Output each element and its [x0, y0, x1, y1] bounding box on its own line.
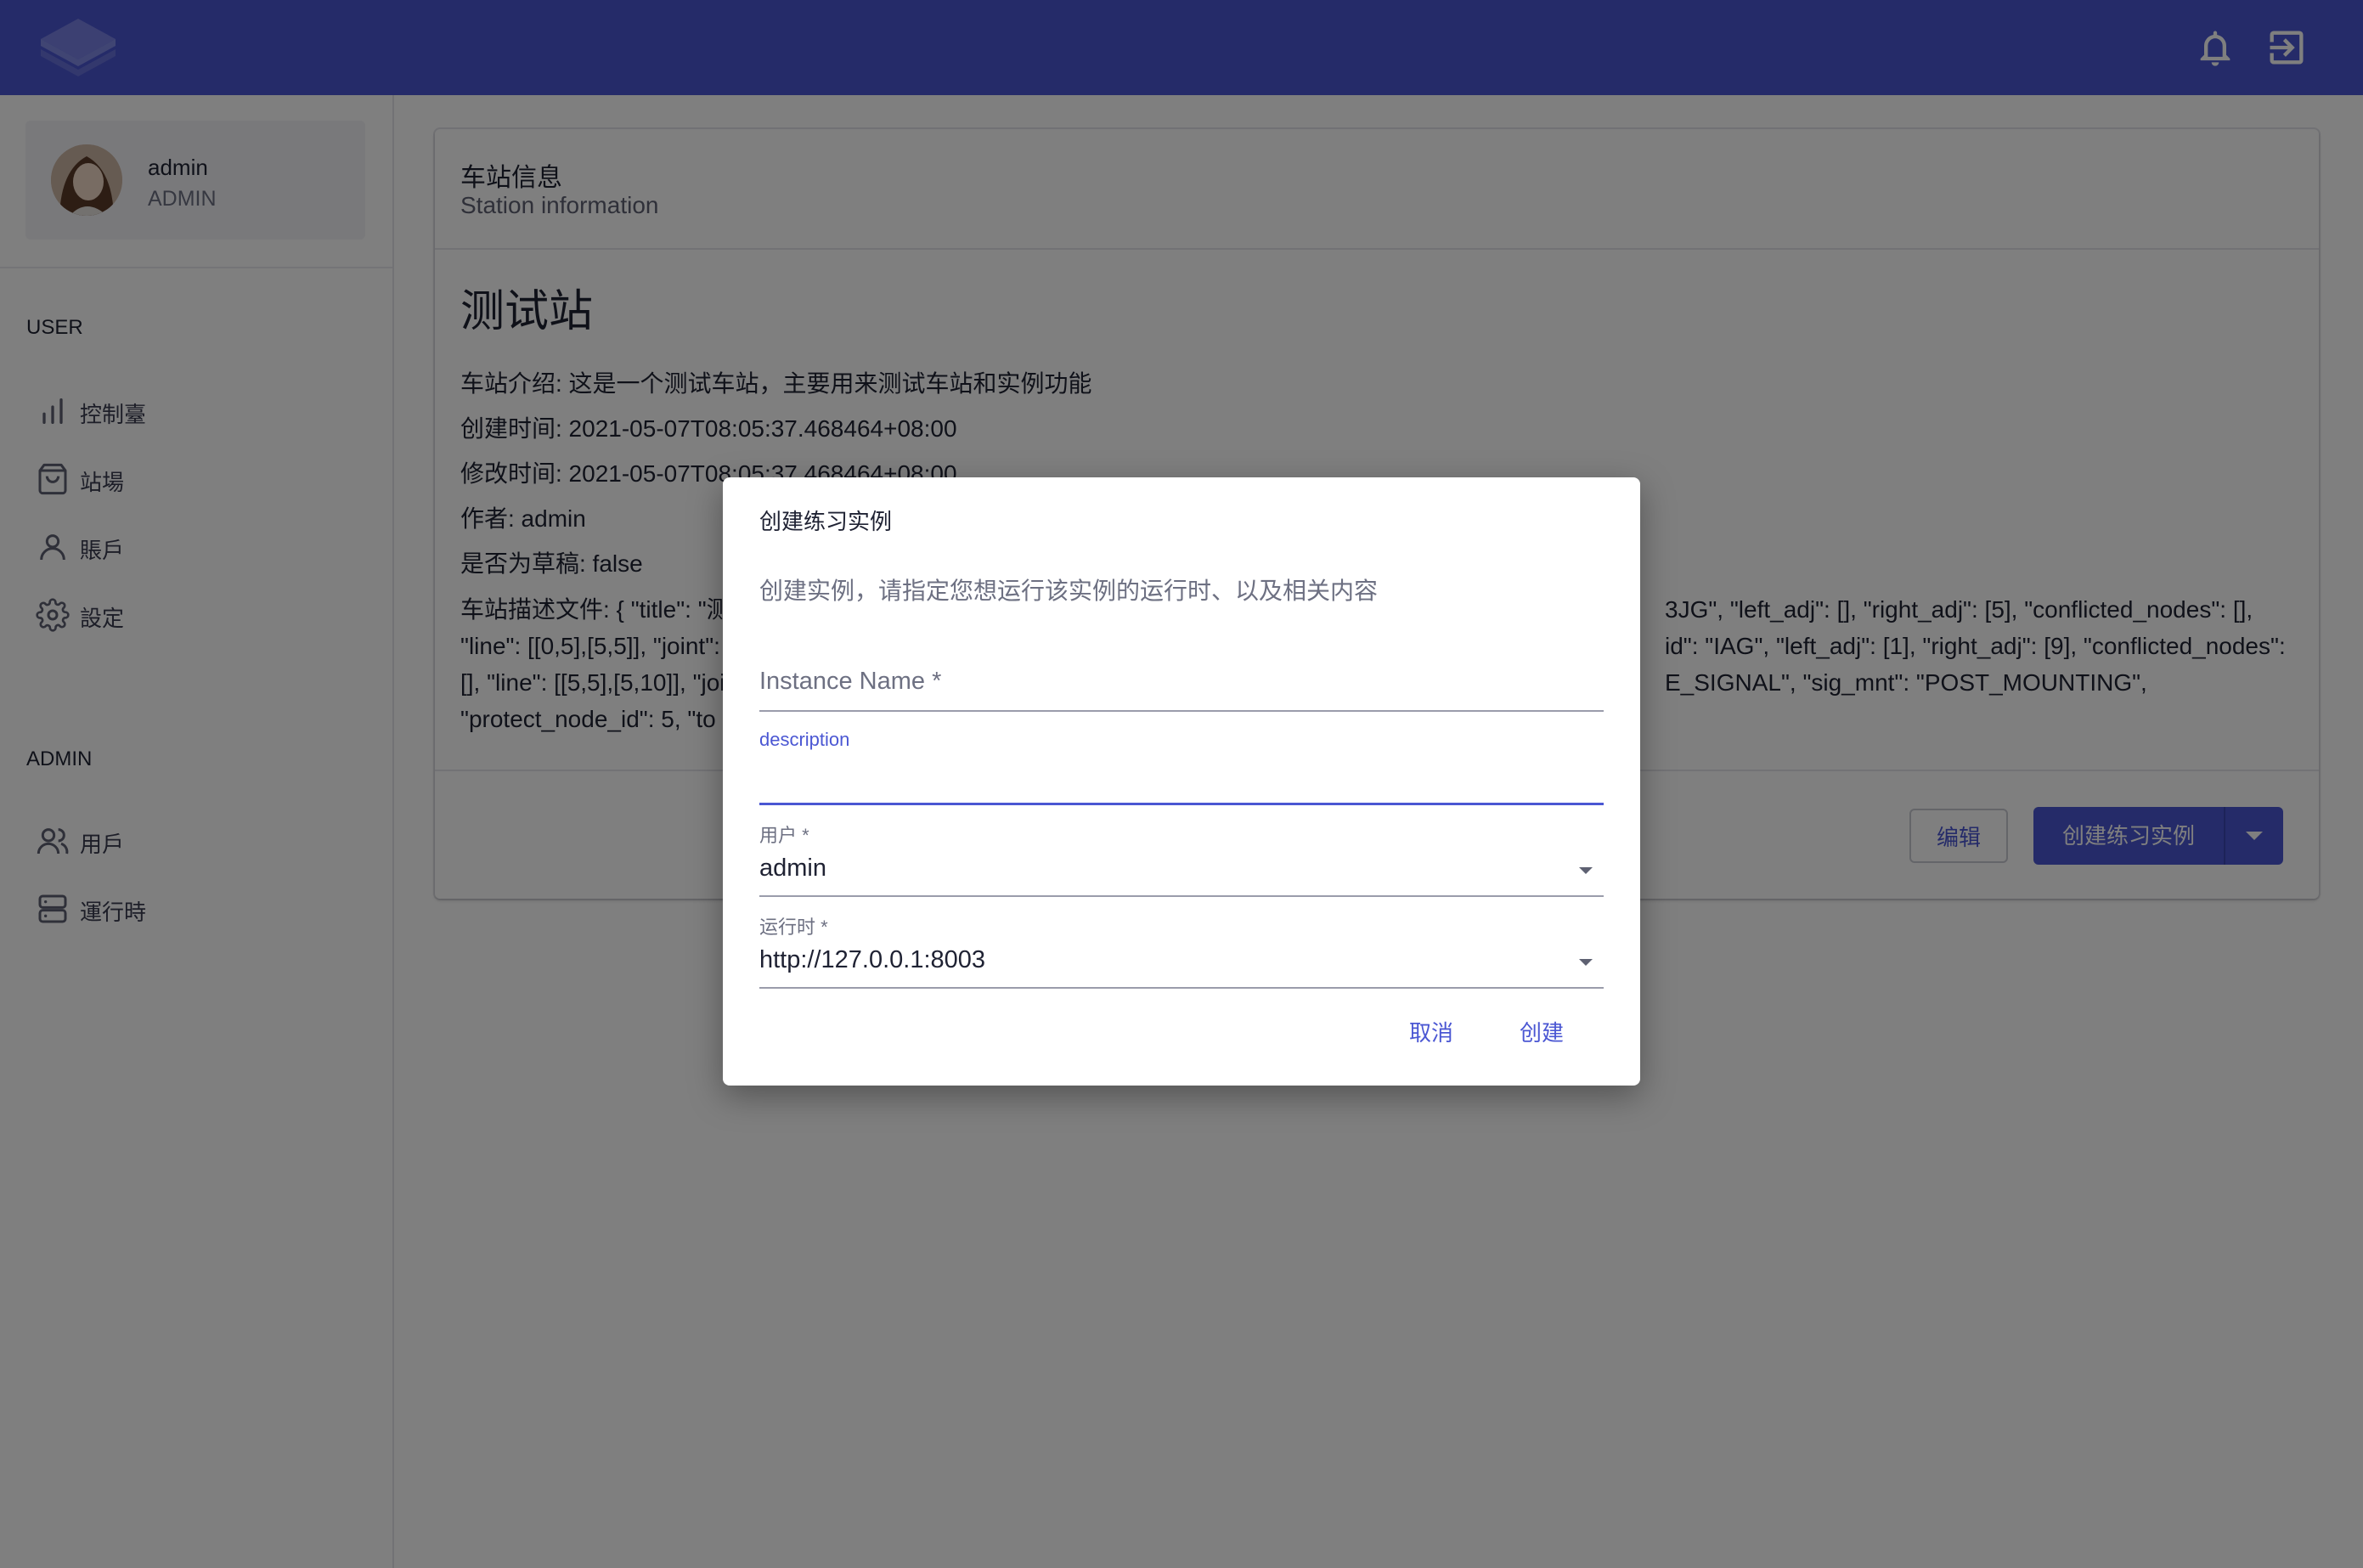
description-label: description	[759, 729, 850, 750]
caret-down-icon[interactable]	[1575, 860, 1597, 882]
user-select-label: 用户 *	[759, 825, 809, 846]
user-select-value: admin	[759, 855, 826, 882]
runtime-select-value: http://127.0.0.1:8003	[759, 946, 986, 973]
field-underline	[759, 895, 1604, 897]
runtime-select[interactable]: 运行时 * http://127.0.0.1:8003	[759, 912, 1604, 989]
user-select[interactable]: 用户 * admin	[759, 821, 1604, 897]
cancel-button[interactable]: 取消	[1409, 1016, 1453, 1047]
instance-name-label: Instance Name *	[759, 668, 942, 695]
create-button[interactable]: 创建	[1520, 1016, 1564, 1047]
runtime-select-label: 运行时 *	[759, 917, 828, 938]
dialog-description: 创建实例，请指定您想运行该实例的运行时、以及相关内容	[759, 578, 1379, 604]
instance-name-field[interactable]: Instance Name *	[759, 659, 1604, 712]
field-underline	[759, 710, 1604, 712]
field-underline	[759, 987, 1604, 989]
create-instance-dialog: 创建练习实例 创建实例，请指定您想运行该实例的运行时、以及相关内容 Instan…	[723, 477, 1640, 1086]
field-underline	[759, 803, 1604, 805]
dialog-title: 创建练习实例	[759, 509, 893, 534]
description-field[interactable]: description	[759, 729, 1604, 805]
caret-down-icon[interactable]	[1575, 951, 1597, 973]
